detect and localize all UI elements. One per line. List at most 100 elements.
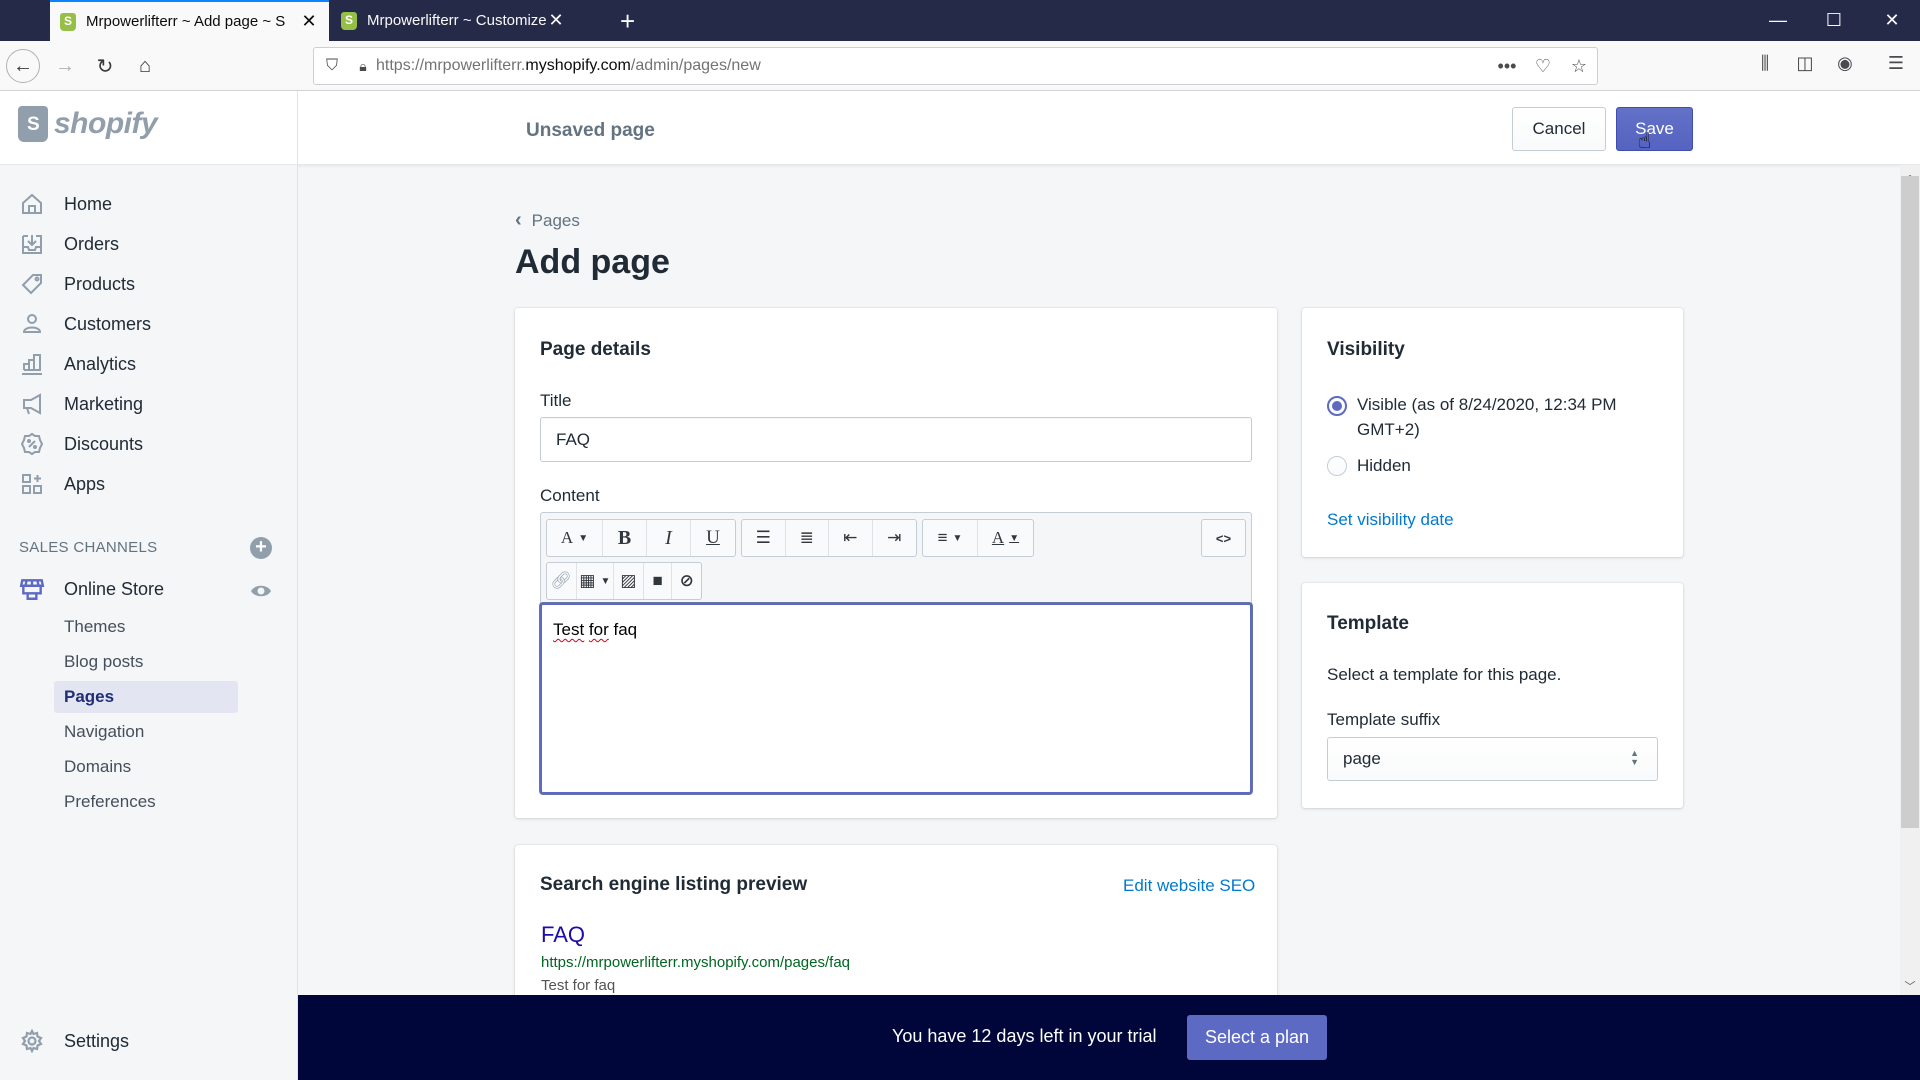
bulleted-list-button[interactable]: ☰ [742,520,786,556]
sidebar-toggle-icon[interactable]: ◫ [1791,53,1819,74]
outdent-icon: ⇤ [843,528,858,547]
scrollbar-thumb[interactable] [1901,176,1919,828]
sidebar-subitem-domains[interactable]: Domains [54,751,238,783]
lock-icon[interactable]: 🔒︎ [350,58,376,75]
menu-icon[interactable]: ☰ [1882,53,1910,74]
insert-video-button[interactable]: ■ [644,563,673,599]
url-text[interactable]: https://mrpowerlifterr.myshopify.com/adm… [376,57,1489,75]
page-status: Unsaved page [526,120,655,141]
tab-title: Mrpowerlifterr ~ Customize ~ I [367,12,546,29]
seo-heading: Search engine listing preview [540,874,808,895]
back-button[interactable]: ← [6,49,40,83]
add-sales-channel-button[interactable]: + [250,537,272,559]
trial-banner-text: You have 12 days left in your trial [892,1026,1157,1046]
insert-table-dropdown[interactable]: ▦ ▼ [577,563,615,599]
set-visibility-date-link[interactable]: Set visibility date [1327,510,1454,530]
sidebar-item-label: Customers [64,313,152,334]
sidebar-item-marketing[interactable]: Marketing [0,384,297,424]
tag-icon [19,271,45,297]
shopify-logo[interactable]: shopify [18,106,158,142]
sidebar-subitem-blog-posts[interactable]: Blog posts [54,646,238,678]
table-icon: ▦ [579,571,596,590]
sidebar-subitem-pages[interactable]: Pages [54,681,238,713]
content-text[interactable]: Test for faq [553,620,637,640]
sidebar-item-analytics[interactable]: Analytics [0,344,297,384]
orders-icon [19,231,45,257]
tab-close-icon[interactable]: ✕ [546,10,566,31]
page-actions-icon[interactable]: ••• [1489,56,1525,77]
tab-close-icon[interactable]: ✕ [299,11,319,32]
discount-icon [19,431,45,457]
show-html-button[interactable]: <> [1202,520,1245,556]
sales-channels-heading: SALES CHANNELS [19,539,158,556]
sidebar-item-products[interactable]: Products [0,264,297,304]
format-toolbar-group: A ▼ B I U [546,519,736,557]
new-tab-button[interactable]: + [620,6,635,37]
outdent-button[interactable]: ⇤ [829,520,873,556]
address-bar[interactable]: ⛉ 🔒︎ https://mrpowerlifterr.myshopify.co… [313,47,1598,85]
cancel-button[interactable]: Cancel [1512,107,1606,151]
minimize-button[interactable]: — [1750,0,1806,41]
page-details-heading: Page details [540,339,651,360]
content-editor-area[interactable]: Test for faq [540,603,1252,794]
caret-down-icon: ▼ [600,575,611,587]
title-input[interactable]: FAQ [540,417,1252,462]
edit-website-seo-link[interactable]: Edit website SEO [1123,876,1255,896]
italic-button[interactable]: I [647,520,691,556]
underline-button[interactable]: U [691,520,735,556]
clear-formatting-button[interactable]: ⊘ [672,563,701,599]
breadcrumb[interactable]: ‹ Pages [515,209,580,232]
sidebar-item-label: Apps [64,473,106,494]
select-arrows-icon: ▲ ▼ [1630,748,1639,767]
font-icon: A [560,528,574,547]
save-button[interactable]: Save [1616,107,1693,151]
maximize-button[interactable]: ☐ [1806,0,1862,41]
shopify-favicon-icon [341,11,357,30]
visible-radio-label[interactable]: Visible (as of 8/24/2020, 12:34 PM GMT+2… [1357,392,1647,442]
shield-icon[interactable]: ⛉ [314,57,350,75]
forward-button[interactable]: → [48,49,82,83]
align-dropdown[interactable]: ≡ ▼ [923,520,979,556]
reload-button[interactable]: ↻ [88,49,122,83]
scroll-down-icon[interactable]: ﹀ [1900,978,1920,994]
browser-tab-active[interactable]: Mrpowerlifterr ~ Add page ~ S ✕ [50,0,329,41]
visible-radio[interactable] [1327,396,1347,416]
sidebar-subitem-themes[interactable]: Themes [54,611,238,643]
pocket-icon[interactable]: ♡ [1525,56,1561,77]
sidebar-item-orders[interactable]: Orders [0,224,297,264]
sidebar-item-label: Home [64,193,113,214]
select-plan-button[interactable]: Select a plan [1187,1015,1327,1060]
bulleted-list-icon: ☰ [755,528,771,547]
visibility-heading: Visibility [1327,339,1405,360]
caret-down-icon: ▼ [578,532,589,544]
sidebar-item-discounts[interactable]: Discounts [0,424,297,464]
hidden-radio-label[interactable]: Hidden [1357,453,1411,478]
sidebar-item-label: Products [64,273,136,294]
close-window-button[interactable]: ✕ [1864,0,1920,41]
library-icon[interactable]: ⫼ [1751,53,1779,74]
sidebar: Home Orders Products Customers Analytics… [0,165,297,1080]
sidebar-item-settings[interactable]: Settings [0,1021,297,1061]
template-suffix-select[interactable]: page ▲ ▼ [1327,737,1658,781]
sidebar-subitem-preferences[interactable]: Preferences [54,786,238,818]
view-store-eye-icon[interactable] [250,582,272,605]
breadcrumb-pages-link[interactable]: Pages [532,211,580,231]
indent-button[interactable]: ⇥ [873,520,916,556]
insert-link-button[interactable]: 🔗︎ [547,563,577,599]
bold-button[interactable]: B [603,520,647,556]
sidebar-item-apps[interactable]: Apps [0,464,297,504]
caret-down-icon: ▼ [952,532,963,544]
font-style-dropdown[interactable]: A ▼ [547,520,603,556]
sidebar-item-customers[interactable]: Customers [0,304,297,344]
account-icon[interactable]: ◉ [1831,53,1859,74]
text-color-dropdown[interactable]: A ▼ [978,520,1033,556]
browser-tab[interactable]: Mrpowerlifterr ~ Customize ~ I ✕ [331,0,576,41]
sidebar-subitem-navigation[interactable]: Navigation [54,716,238,748]
numbered-list-button[interactable]: ≣ [786,520,829,556]
bookmark-star-icon[interactable]: ☆ [1561,56,1597,77]
sidebar-item-home[interactable]: Home [0,184,297,224]
home-button[interactable]: ⌂ [128,49,162,83]
hidden-radio[interactable] [1327,456,1347,476]
person-icon [19,311,45,337]
insert-image-button[interactable]: ▨ [614,563,644,599]
